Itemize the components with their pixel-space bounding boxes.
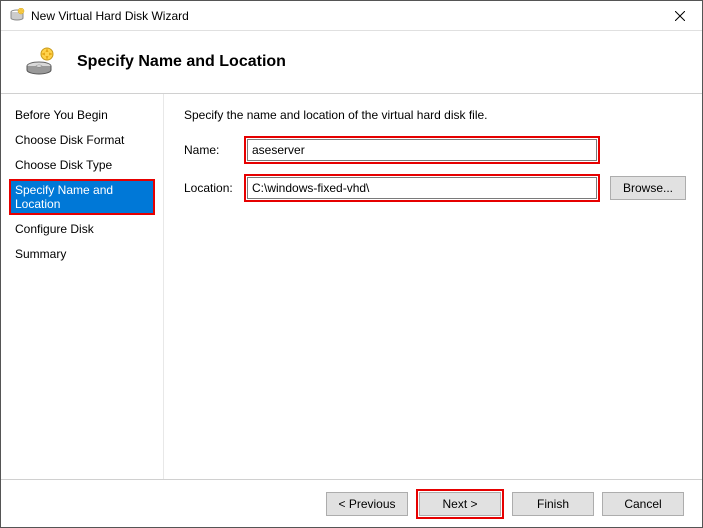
- sidebar-item-choose-disk-type[interactable]: Choose Disk Type: [9, 154, 155, 176]
- name-input[interactable]: [247, 139, 597, 161]
- page-title: Specify Name and Location: [77, 53, 286, 71]
- name-input-highlight: [244, 136, 600, 164]
- window-title: New Virtual Hard Disk Wizard: [31, 9, 657, 23]
- name-row: Name:: [184, 136, 686, 164]
- instruction-text: Specify the name and location of the vir…: [184, 108, 686, 122]
- location-row: Location: Browse...: [184, 174, 686, 202]
- location-label: Location:: [184, 181, 244, 195]
- sidebar-item-configure-disk[interactable]: Configure Disk: [9, 218, 155, 240]
- disk-header-icon: [25, 46, 57, 78]
- close-button[interactable]: [657, 1, 702, 30]
- location-input-highlight: [244, 174, 600, 202]
- sidebar-item-specify-name-location[interactable]: Specify Name and Location: [9, 179, 155, 215]
- next-button[interactable]: Next >: [419, 492, 501, 516]
- sidebar-item-summary[interactable]: Summary: [9, 243, 155, 265]
- sidebar-item-before-you-begin[interactable]: Before You Begin: [9, 104, 155, 126]
- name-label: Name:: [184, 143, 244, 157]
- previous-button[interactable]: < Previous: [326, 492, 408, 516]
- titlebar: New Virtual Hard Disk Wizard: [1, 1, 702, 31]
- disk-wizard-icon: [9, 8, 25, 24]
- sidebar-item-choose-disk-format[interactable]: Choose Disk Format: [9, 129, 155, 151]
- wizard-dialog: New Virtual Hard Disk Wizard Specify Nam…: [0, 0, 703, 528]
- wizard-header: Specify Name and Location: [1, 31, 702, 93]
- wizard-footer: < Previous Next > Finish Cancel: [1, 479, 702, 527]
- cancel-button[interactable]: Cancel: [602, 492, 684, 516]
- wizard-steps-sidebar: Before You Begin Choose Disk Format Choo…: [1, 94, 164, 479]
- next-button-highlight: Next >: [416, 489, 504, 519]
- finish-button[interactable]: Finish: [512, 492, 594, 516]
- wizard-content: Before You Begin Choose Disk Format Choo…: [1, 93, 702, 479]
- browse-button[interactable]: Browse...: [610, 176, 686, 200]
- wizard-main-panel: Specify the name and location of the vir…: [164, 94, 702, 479]
- location-input[interactable]: [247, 177, 597, 199]
